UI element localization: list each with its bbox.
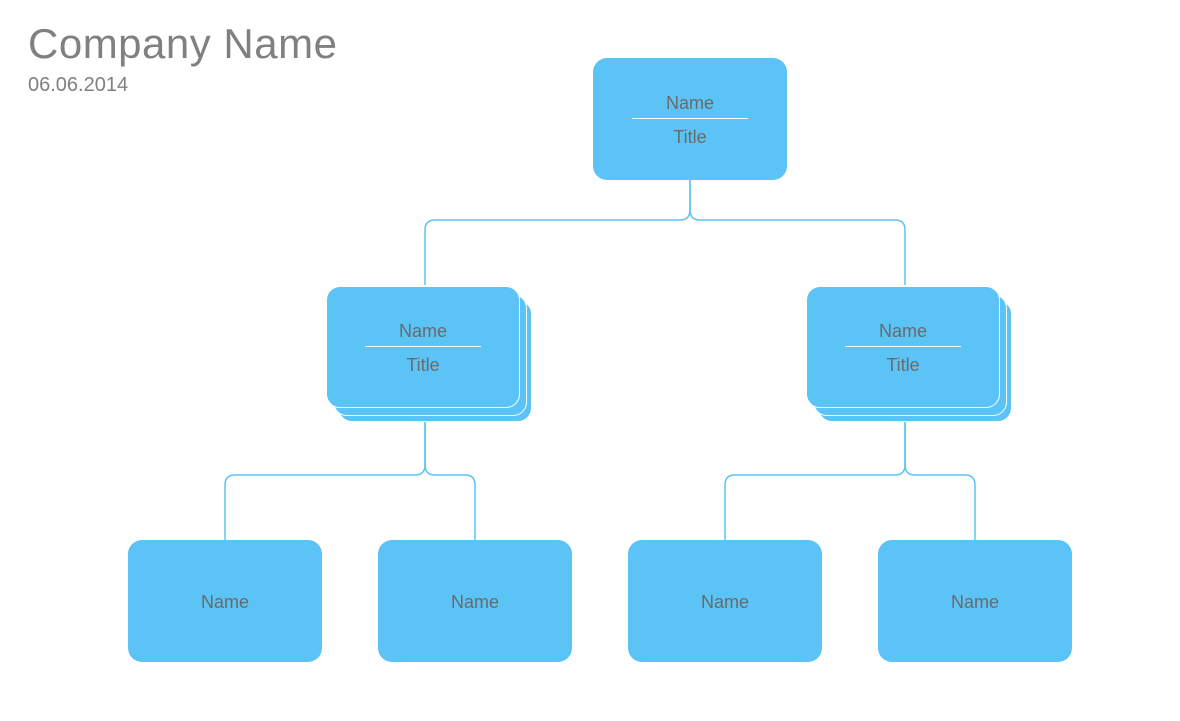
org-node-separator xyxy=(632,118,748,119)
org-node-title: Title xyxy=(886,347,919,380)
org-node-name: Name xyxy=(951,586,999,617)
org-node-l3-1: Name xyxy=(128,540,322,662)
org-node-name: Name xyxy=(451,586,499,617)
org-node-name: Name xyxy=(399,315,447,346)
org-node-root: Name Title xyxy=(593,58,787,180)
org-chart-canvas: Company Name 06.06.2014 Name Title Name … xyxy=(0,0,1180,721)
org-node-l3-4: Name xyxy=(878,540,1072,662)
chart-date: 06.06.2014 xyxy=(28,74,337,97)
org-node-l2-left: Name Title xyxy=(326,286,520,408)
org-node-name: Name xyxy=(201,586,249,617)
org-node-separator xyxy=(365,346,480,347)
company-name: Company Name xyxy=(28,20,337,68)
org-node-name: Name xyxy=(879,315,927,346)
org-node-l2-right: Name Title xyxy=(806,286,1000,408)
org-node-l3-2: Name xyxy=(378,540,572,662)
org-node-title: Title xyxy=(406,347,439,380)
chart-heading: Company Name 06.06.2014 xyxy=(28,20,337,97)
org-node-name: Name xyxy=(701,586,749,617)
org-node-title: Title xyxy=(673,119,706,152)
org-node-separator xyxy=(845,346,960,347)
org-node-l3-3: Name xyxy=(628,540,822,662)
org-node-name: Name xyxy=(666,87,714,118)
